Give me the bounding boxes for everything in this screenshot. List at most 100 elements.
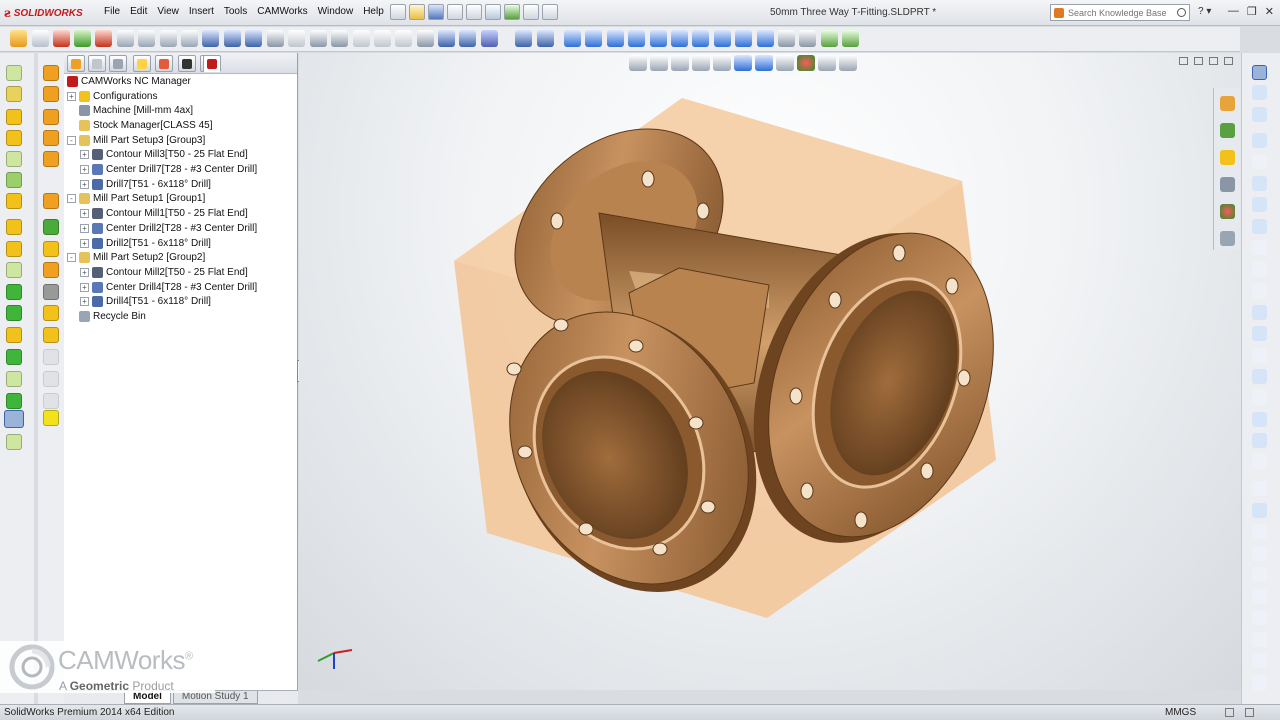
tree-node[interactable]: + Drill7[T51 - 6x118° Drill] (80, 177, 211, 191)
menu-camworks[interactable]: CAMWorks (252, 6, 312, 17)
expand-icon[interactable]: + (67, 91, 76, 101)
view-back-icon[interactable] (585, 30, 602, 47)
expand-icon[interactable]: + (80, 179, 89, 189)
tree-node[interactable]: + Contour Mill3[T50 - 25 Flat End] (80, 148, 248, 162)
feature-face-icon[interactable] (6, 151, 22, 167)
arc-icon[interactable] (1252, 262, 1267, 277)
collapse-icon[interactable]: - (67, 194, 76, 204)
operation-bore-icon[interactable] (43, 151, 59, 167)
sketch-fillet-icon[interactable] (1252, 454, 1267, 469)
add-relation-icon[interactable] (1252, 610, 1267, 625)
view-bottom-icon[interactable] (671, 30, 688, 47)
help-topics-icon[interactable] (438, 30, 455, 47)
tree-node[interactable]: + Configurations (67, 89, 157, 103)
options-icon[interactable] (542, 4, 558, 20)
define-machine-icon[interactable] (32, 30, 49, 47)
tab-property-manager[interactable] (88, 55, 106, 72)
setup-sheets-icon[interactable] (181, 30, 198, 47)
fit-all-icon[interactable] (842, 30, 859, 47)
report-icon[interactable] (310, 30, 327, 47)
collapse-icon[interactable]: - (67, 135, 76, 145)
search-icon[interactable] (1177, 8, 1186, 17)
generate-operation-plan-icon[interactable] (74, 30, 91, 47)
menu-file[interactable]: File (99, 6, 125, 17)
undo-icon[interactable] (466, 4, 482, 20)
tree-node[interactable]: Stock Manager[CLASS 45] (67, 118, 213, 132)
print-icon[interactable] (447, 4, 463, 20)
step-through-icon[interactable] (138, 30, 155, 47)
move-triad-icon[interactable] (515, 30, 532, 47)
tree-node[interactable]: + Center Drill4[T28 - #3 Center Drill] (80, 280, 257, 294)
tool-crib-icon[interactable] (267, 30, 284, 47)
tree-node[interactable]: - Mill Part Setup2 [Group2] (67, 251, 205, 265)
view-trimetric-icon[interactable] (714, 30, 731, 47)
search-box[interactable] (1050, 4, 1190, 21)
operation-box-icon[interactable] (43, 305, 59, 321)
stock-box-icon[interactable] (43, 410, 59, 426)
tab-dimxpert[interactable] (133, 55, 151, 72)
fillet-icon[interactable] (1252, 348, 1267, 363)
tree-node[interactable]: Machine [Mill-mm 4ax] (67, 104, 193, 118)
tree-node[interactable]: + Drill2[T51 - 6x118° Drill] (80, 236, 211, 250)
ellipse-icon[interactable] (1252, 326, 1267, 341)
rebuild-icon[interactable] (504, 4, 520, 20)
simulate-toolpath-icon[interactable] (117, 30, 134, 47)
rapid-sketch-icon[interactable] (1252, 675, 1267, 690)
file-properties-icon[interactable] (523, 4, 539, 20)
expand-icon[interactable]: + (80, 209, 89, 219)
post-process-icon[interactable] (160, 30, 177, 47)
tree-node[interactable]: - Mill Part Setup3 [Group3] (67, 133, 205, 147)
tree-node[interactable]: + Contour Mill2[T50 - 25 Flat End] (80, 265, 248, 279)
extract-features-icon[interactable] (10, 30, 27, 47)
tree-node[interactable]: + Drill4[T51 - 6x118° Drill] (80, 295, 211, 309)
clear-data-icon[interactable] (374, 30, 391, 47)
view-orientation-icon[interactable] (799, 30, 816, 47)
operation-tool-icon[interactable] (43, 327, 59, 343)
tree-node[interactable]: Recycle Bin (67, 310, 146, 324)
linear-pattern-icon[interactable] (1252, 567, 1267, 582)
centerline-icon[interactable] (1252, 154, 1267, 169)
operation-contour-icon[interactable] (43, 86, 59, 102)
stock-manager-icon[interactable] (53, 30, 70, 47)
quick-snaps-icon[interactable] (1252, 653, 1267, 668)
expand-icon[interactable]: + (80, 282, 89, 292)
feature-open-pocket-icon[interactable] (6, 219, 22, 235)
camworks-view-icon[interactable] (821, 30, 838, 47)
expand-icon[interactable]: + (80, 150, 89, 160)
operation-face-icon[interactable] (43, 193, 59, 209)
operation-drill-icon[interactable] (43, 130, 59, 146)
perimeter-circle-icon[interactable] (1252, 240, 1267, 255)
rectangle-icon[interactable] (1252, 176, 1267, 191)
feature-chamfer-icon[interactable] (6, 193, 22, 209)
menu-tools[interactable]: Tools (219, 6, 252, 17)
custom-properties-icon[interactable] (1220, 231, 1235, 246)
line-icon[interactable] (1252, 133, 1267, 148)
tab-feature-manager[interactable] (67, 55, 85, 72)
graphics-area[interactable] (299, 53, 1241, 690)
mirror-icon[interactable] (1252, 546, 1267, 561)
feature-hole-icon[interactable] (6, 172, 22, 188)
tab-display-manager[interactable] (155, 55, 173, 72)
minimize-icon[interactable]: — (1228, 5, 1239, 18)
trim-icon[interactable] (1252, 481, 1267, 496)
operation-pattern-icon[interactable] (43, 219, 59, 235)
offset-icon[interactable] (1252, 503, 1267, 518)
search-input[interactable] (1068, 7, 1168, 18)
select-arrow-icon[interactable] (485, 4, 501, 20)
options-gear-icon[interactable] (459, 30, 476, 47)
feature-corner-slot-icon[interactable] (6, 241, 22, 257)
tab-camworks-feature-tree[interactable] (178, 55, 196, 72)
expand-icon[interactable]: + (80, 238, 89, 248)
circle-icon[interactable] (1252, 219, 1267, 234)
feature-slot-icon[interactable] (6, 109, 22, 125)
solidworks-logo[interactable]: ƨ SOLIDWORKS (4, 5, 83, 21)
new-document-icon[interactable] (390, 4, 406, 20)
expand-icon[interactable]: + (80, 267, 89, 277)
feature-pattern-icon[interactable] (6, 349, 22, 365)
expand-icon[interactable]: + (80, 297, 89, 307)
repair-sketch-icon[interactable] (1252, 632, 1267, 647)
save-cl-file-icon[interactable] (202, 30, 219, 47)
camworks-3d-icon[interactable] (481, 30, 498, 47)
help-icon[interactable]: ? ▾ (1198, 6, 1211, 17)
view-left-icon[interactable] (607, 30, 624, 47)
